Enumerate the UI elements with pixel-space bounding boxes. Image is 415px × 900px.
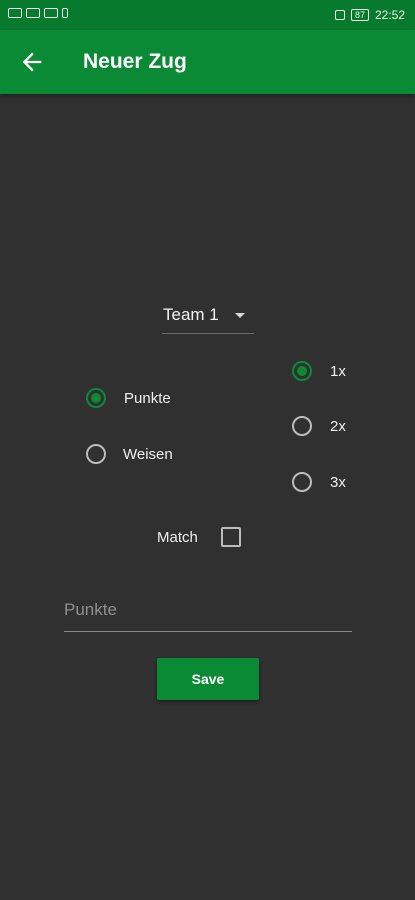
radio-1x[interactable]: 1x: [292, 361, 346, 381]
back-button[interactable]: [18, 48, 46, 76]
match-label: Match: [157, 529, 198, 546]
save-button[interactable]: Save: [157, 658, 259, 700]
wifi-icon: [44, 8, 58, 18]
radio-2x[interactable]: 2x: [292, 416, 346, 436]
radio-weisen[interactable]: Weisen: [86, 444, 173, 464]
app-bar: Neuer Zug: [0, 30, 415, 94]
radio-2x-circle[interactable]: [292, 416, 312, 436]
radio-1x-circle[interactable]: [292, 361, 312, 381]
radio-weisen-label: Weisen: [123, 445, 173, 463]
battery-icon: 87: [350, 9, 369, 21]
bluetooth-icon: [62, 8, 68, 18]
status-bar: 87 22:52: [0, 0, 415, 30]
page-title: Neuer Zug: [83, 50, 187, 73]
radio-punkte-label: Punkte: [124, 389, 171, 407]
radio-3x[interactable]: 3x: [292, 472, 346, 492]
radio-2x-label: 2x: [330, 417, 346, 435]
sim-icon: [8, 8, 22, 18]
caret-down-icon: [235, 313, 245, 318]
radio-punkte[interactable]: Punkte: [86, 388, 171, 408]
team-dropdown[interactable]: Team 1: [162, 300, 254, 334]
match-checkbox[interactable]: [221, 527, 241, 547]
points-input[interactable]: [64, 584, 352, 632]
status-icons-left: [8, 8, 68, 18]
radio-punkte-circle[interactable]: [86, 388, 106, 408]
mute-icon: [334, 10, 345, 20]
radio-3x-circle[interactable]: [292, 472, 312, 492]
signal-icon: [26, 8, 40, 18]
status-icons-right: 87 22:52: [334, 8, 405, 22]
arrow-back-icon: [22, 52, 42, 72]
radio-3x-label: 3x: [330, 473, 346, 491]
radio-1x-label: 1x: [330, 362, 346, 380]
status-time: 22:52: [374, 8, 405, 22]
team-dropdown-value: Team 1: [163, 305, 219, 324]
radio-weisen-circle[interactable]: [86, 444, 106, 464]
